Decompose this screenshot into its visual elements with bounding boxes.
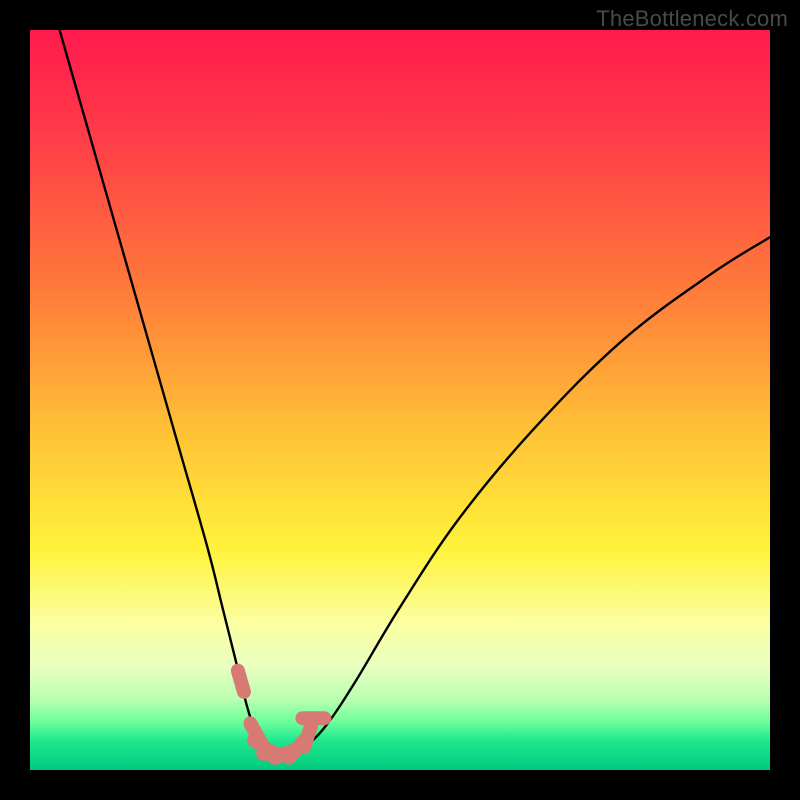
watermark-text: TheBottleneck.com (596, 6, 788, 32)
plot-area (30, 30, 770, 770)
marker-point (304, 726, 311, 747)
curve-layer (30, 30, 770, 770)
chart-frame: TheBottleneck.com (0, 0, 800, 800)
marker-point (238, 671, 244, 692)
highlight-markers (238, 671, 325, 758)
bottleneck-curve (60, 30, 770, 757)
